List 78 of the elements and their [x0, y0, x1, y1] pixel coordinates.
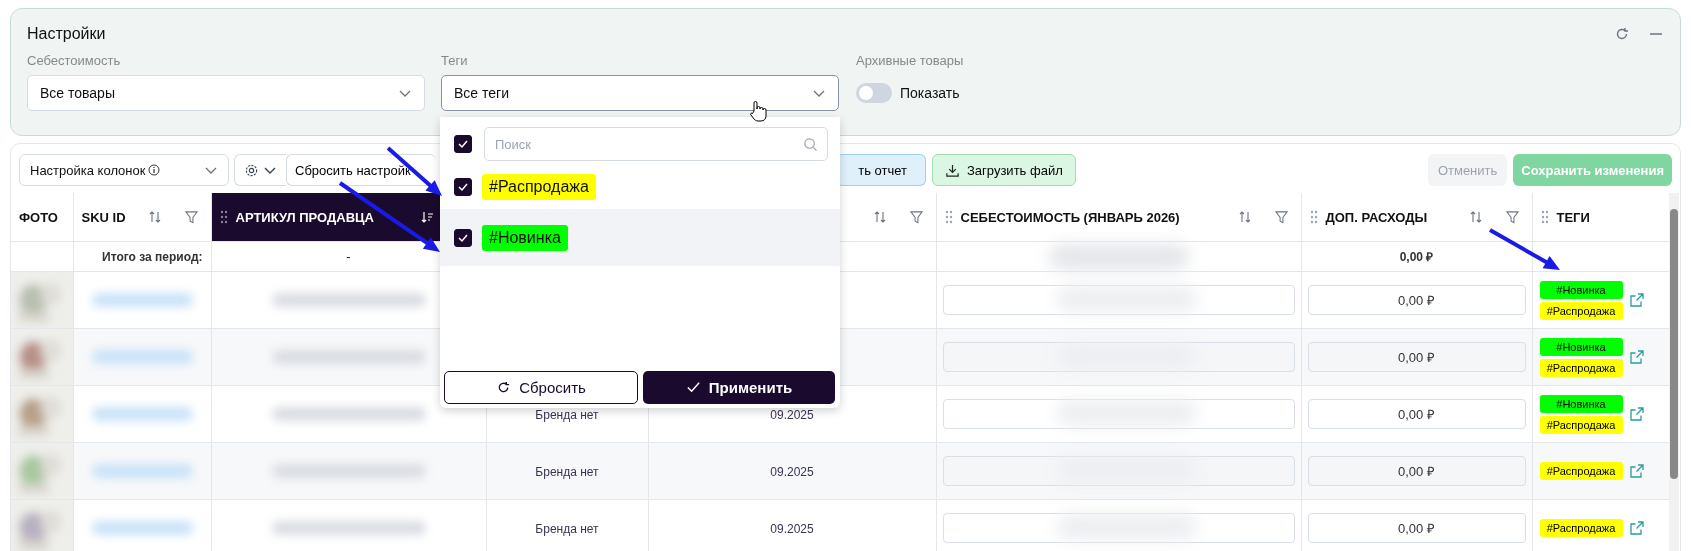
sort-icon[interactable] — [1237, 210, 1252, 224]
tag: #Распродажа — [1539, 415, 1623, 434]
drag-handle-icon[interactable] — [944, 210, 953, 224]
toggle-label: Показать — [900, 85, 960, 101]
toggle-switch[interactable] — [856, 83, 892, 103]
tag: #Распродажа — [482, 174, 596, 200]
totals-value: 0,00 ₽ — [1399, 250, 1434, 264]
tag: #Новинка — [1539, 280, 1623, 299]
tag: #Новинка — [482, 224, 568, 251]
search-field[interactable]: Поиск — [484, 127, 828, 161]
table-cell: Бренда нет — [535, 464, 599, 479]
filter-icon[interactable] — [908, 209, 924, 225]
filter-label: Себестоимость — [27, 53, 122, 69]
checkbox[interactable] — [454, 178, 472, 196]
upload-file-button[interactable]: Загрузить файл — [932, 154, 1076, 186]
reset-settings-button[interactable]: Сбросить настройк — [286, 154, 436, 186]
table-cell: Бренда нет — [535, 407, 599, 422]
info-icon — [148, 164, 161, 176]
input-field[interactable]: 0,00 ₽ — [1307, 456, 1526, 486]
panel-title: Настройки — [27, 25, 106, 43]
filter-icon[interactable] — [1504, 209, 1520, 225]
column-header: СЕБЕСТОИМОСТЬ (ЯНВАРЬ 2026) — [960, 209, 1180, 225]
tag: #Новинка — [1539, 337, 1623, 356]
external-link-icon[interactable] — [1628, 349, 1645, 365]
filter-icon[interactable] — [183, 209, 199, 225]
check-icon — [457, 138, 469, 150]
scrollbar-thumb[interactable] — [1670, 209, 1678, 479]
select-field[interactable]: Все товары — [27, 75, 425, 111]
reset-button[interactable]: Сбросить — [444, 371, 638, 404]
sort-icon[interactable] — [872, 210, 887, 224]
check-icon — [457, 181, 469, 193]
tag: #Распродажа — [1539, 519, 1623, 537]
table-cell: - — [346, 249, 351, 264]
search-icon — [803, 137, 818, 152]
table-cell: Бренда нет — [535, 521, 599, 536]
tag: #Новинка — [1539, 394, 1623, 413]
select-all-checkbox[interactable] — [454, 135, 472, 153]
column-header: ТЕГИ — [1556, 209, 1590, 225]
input-field[interactable]: 0,00 ₽ — [1307, 342, 1526, 372]
drag-handle-icon[interactable] — [1309, 210, 1318, 224]
column-header: SKU ID — [81, 209, 126, 225]
drag-handle-icon[interactable] — [219, 210, 228, 224]
check-icon — [685, 380, 701, 395]
settings-icon — [244, 162, 259, 178]
filter-icon[interactable] — [1273, 209, 1289, 225]
sort-icon[interactable] — [147, 210, 162, 224]
filter-label: Теги — [441, 53, 469, 69]
column-header: АРТИКУЛ ПРОДАВЦА — [235, 209, 374, 225]
annotation-arrow — [1489, 228, 1560, 270]
input-field[interactable]: 0,00 ₽ — [1307, 399, 1526, 429]
apply-button[interactable]: Применить — [643, 371, 835, 404]
column-settings-select[interactable]: Настройка колонок — [19, 154, 229, 186]
external-link-icon[interactable] — [1628, 463, 1645, 479]
external-link-icon[interactable] — [1628, 406, 1645, 422]
tag: #Распродажа — [1539, 301, 1623, 320]
sort-descending-icon[interactable] — [419, 210, 434, 224]
refresh-icon — [496, 380, 512, 395]
column-header: ДОП. РАСХОДЫ — [1325, 209, 1428, 225]
refresh-icon[interactable] — [1614, 26, 1630, 42]
totals-label: Итого за период: — [102, 250, 203, 264]
tag: #Распродажа — [1539, 358, 1623, 377]
table-cell: 09.2025 — [770, 407, 814, 422]
select-field[interactable]: Все теги — [441, 75, 839, 111]
table-cell: 09.2025 — [770, 521, 814, 536]
table-cell: 09.2025 — [770, 464, 814, 479]
input-field[interactable]: 0,00 ₽ — [1307, 285, 1526, 315]
checkbox[interactable] — [454, 228, 472, 247]
sort-icon[interactable] — [1468, 210, 1483, 224]
drag-handle-icon[interactable] — [1540, 210, 1549, 224]
external-link-icon[interactable] — [1628, 292, 1645, 308]
download-icon — [945, 162, 960, 178]
tag-option[interactable]: #Новинка — [440, 209, 840, 266]
tag: #Распродажа — [1539, 462, 1623, 480]
filter-label: Архивные товары — [856, 53, 965, 69]
column-header: ФОТО — [19, 209, 58, 225]
external-link-icon[interactable] — [1628, 520, 1645, 536]
scrollbar[interactable] — [1669, 193, 1679, 551]
input-field[interactable]: 0,00 ₽ — [1307, 513, 1526, 543]
